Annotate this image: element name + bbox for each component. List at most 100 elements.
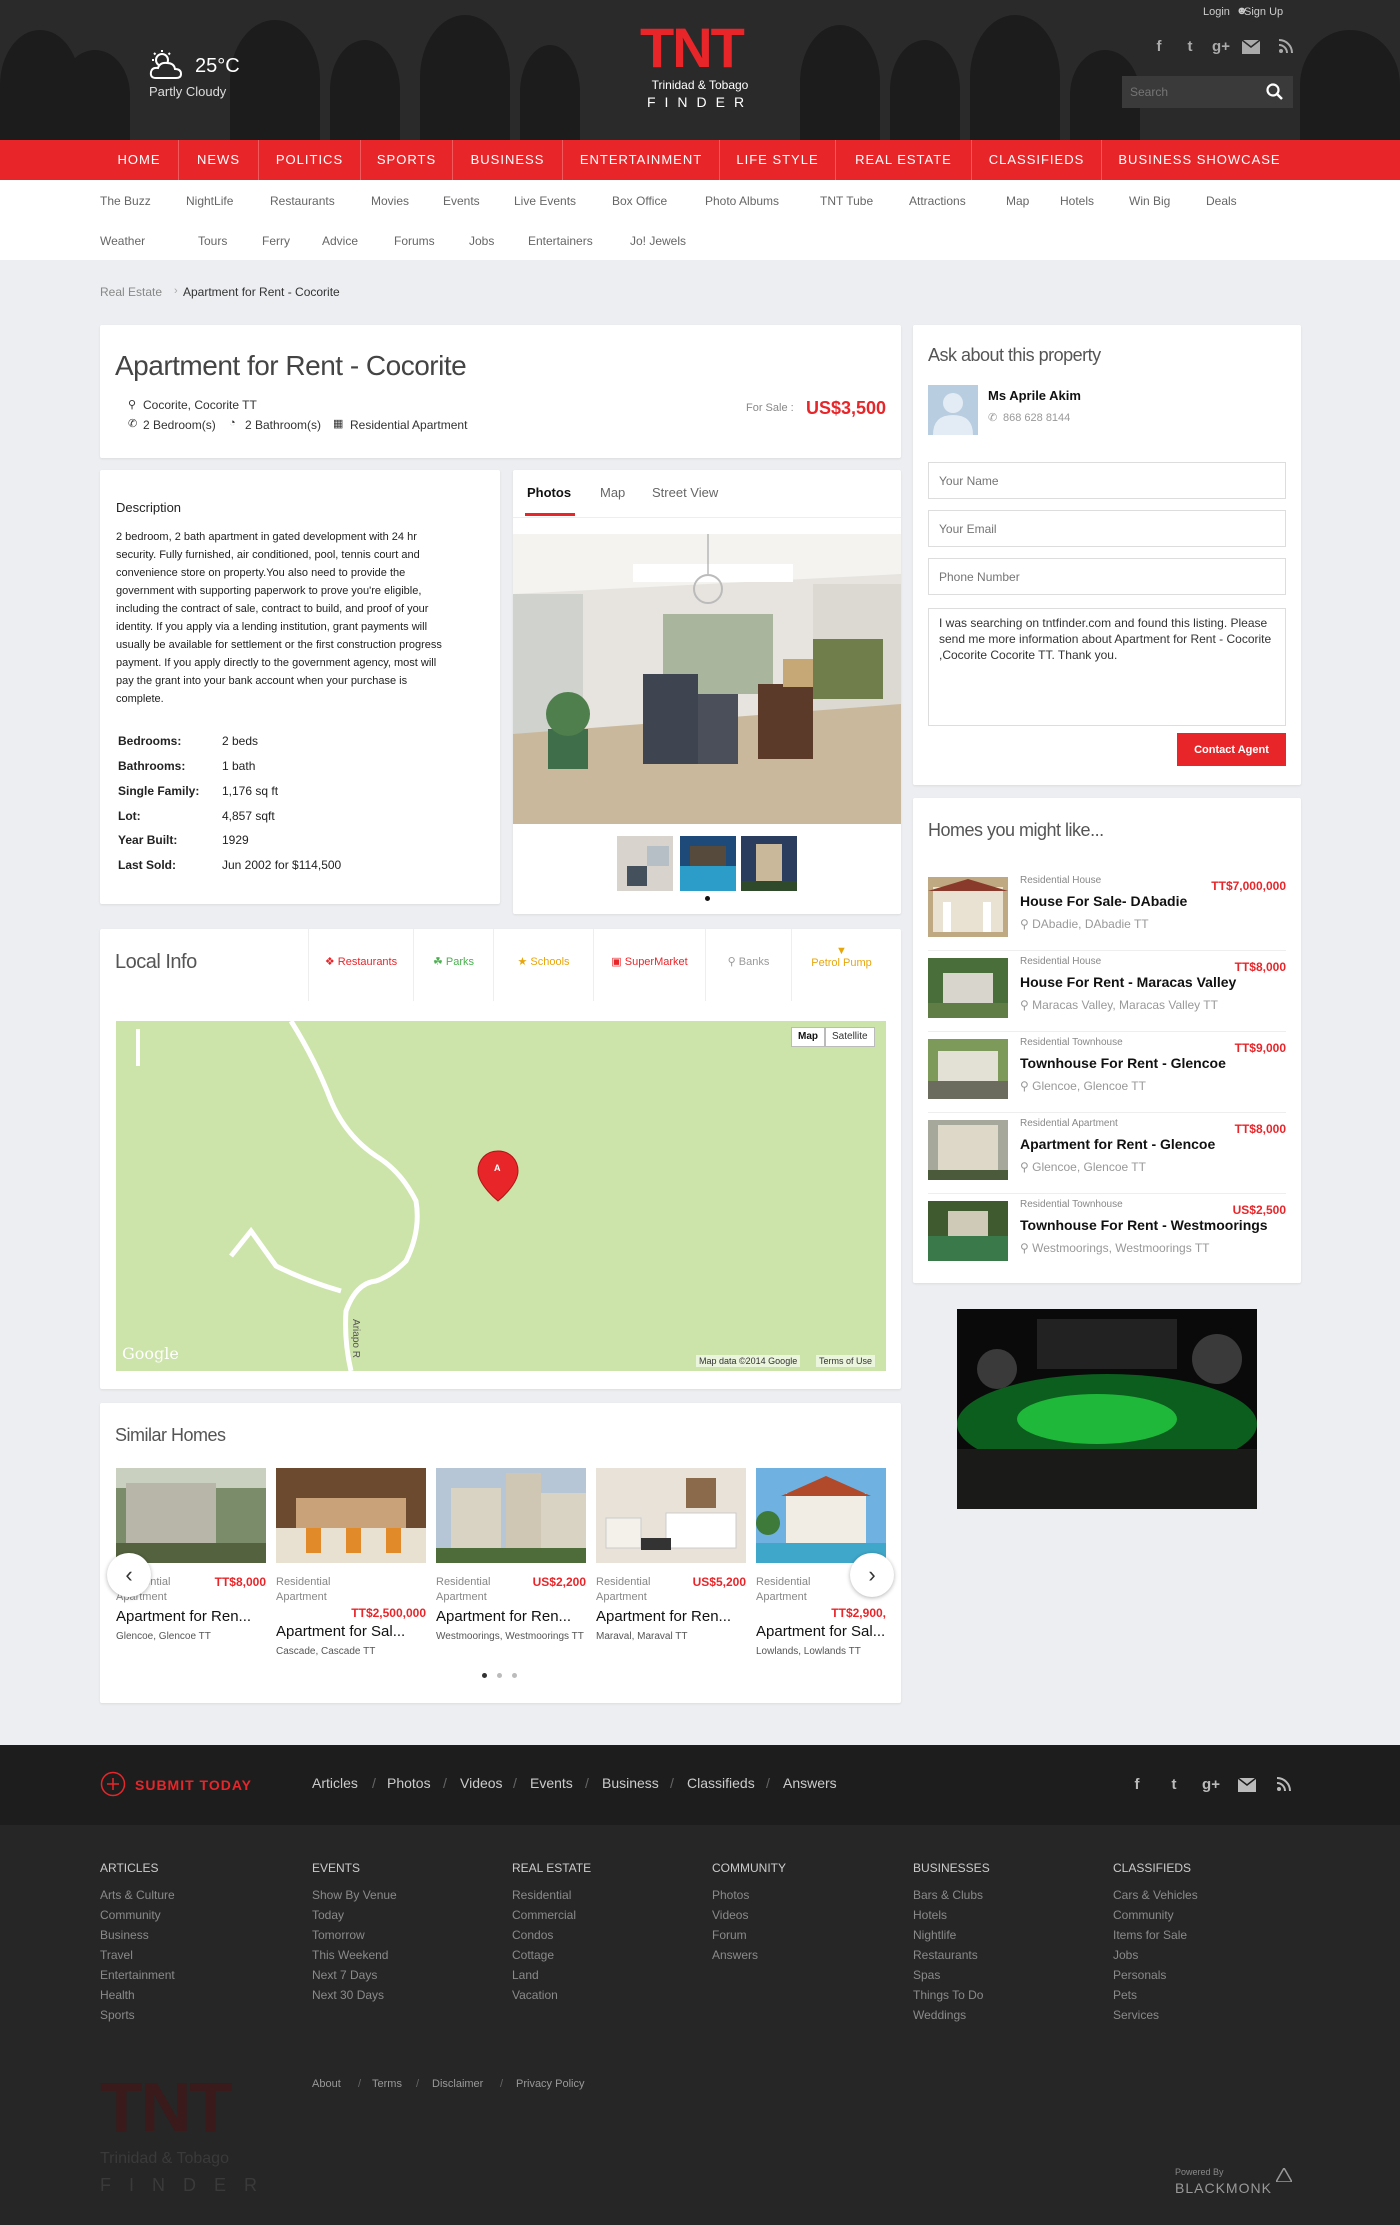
recommended-home[interactable]: Residential House TT$7,000,000 House For…	[928, 875, 1286, 951]
recommended-home[interactable]: Residential Townhouse TT$9,000 Townhouse…	[928, 1037, 1286, 1113]
signup-link[interactable]: Sign Up	[1244, 6, 1283, 18]
footer-top-link[interactable]: Articles	[312, 1775, 358, 1791]
contact-agent-button[interactable]: Contact Agent	[1177, 733, 1286, 766]
subnav-item[interactable]: Jobs	[469, 234, 494, 248]
footer-top-link[interactable]: Answers	[783, 1775, 837, 1791]
similar-home-item[interactable]: Residential Apartment US$2,200 Apartment…	[436, 1468, 586, 1678]
footer-link[interactable]: Jobs	[1113, 1948, 1138, 1962]
map-terms-link[interactable]: Terms of Use	[816, 1355, 876, 1367]
google-plus-icon[interactable]: g+	[1200, 1774, 1222, 1796]
nav-business-showcase[interactable]: BUSINESS SHOWCASE	[1102, 140, 1297, 180]
footer-link[interactable]: Services	[1113, 2008, 1159, 2022]
main-photo[interactable]	[513, 534, 901, 824]
tab-map[interactable]: Map	[600, 485, 625, 500]
subnav-item[interactable]: NightLife	[186, 194, 233, 208]
subnav-item[interactable]: Attractions	[909, 194, 966, 208]
facebook-icon[interactable]: f	[1148, 36, 1170, 58]
carousel-prev-button[interactable]: ‹	[107, 1553, 151, 1597]
nav-home[interactable]: HOME	[100, 140, 179, 180]
nav-lifestyle[interactable]: LIFE STYLE	[720, 140, 836, 180]
footer-link[interactable]: Condos	[512, 1928, 553, 1942]
recommended-home[interactable]: Residential House TT$8,000 House For Ren…	[928, 956, 1286, 1032]
google-plus-icon[interactable]: g+	[1210, 36, 1232, 58]
footer-link[interactable]: Items for Sale	[1113, 1928, 1187, 1942]
footer-link[interactable]: Answers	[712, 1948, 758, 1962]
footer-link[interactable]: Videos	[712, 1908, 748, 1922]
footer-top-link[interactable]: Business	[602, 1775, 659, 1791]
recommended-home[interactable]: Residential Townhouse US$2,500 Townhouse…	[928, 1199, 1286, 1275]
map-view-button[interactable]: Map	[791, 1027, 825, 1047]
rss-icon[interactable]	[1276, 1776, 1292, 1792]
footer-link[interactable]: Pets	[1113, 1988, 1137, 2002]
submit-today-link[interactable]: SUBMIT TODAY	[135, 1777, 252, 1793]
mail-icon[interactable]	[1238, 1778, 1256, 1792]
footer-link[interactable]: Things To Do	[913, 1988, 983, 2002]
subnav-item[interactable]: Deals	[1206, 194, 1237, 208]
footer-link[interactable]: Cars & Vehicles	[1113, 1888, 1198, 1902]
footer-link[interactable]: Vacation	[512, 1988, 558, 2002]
subnav-item[interactable]: Advice	[322, 234, 358, 248]
subnav-item[interactable]: Weather	[100, 234, 145, 248]
search-icon[interactable]	[1266, 83, 1284, 101]
subnav-item[interactable]: Live Events	[514, 194, 576, 208]
footer-link[interactable]: Business	[100, 1928, 149, 1942]
similar-home-item[interactable]: Residential Apartment TT$2,500,000 Apart…	[276, 1468, 426, 1678]
recommended-home[interactable]: Residential Apartment TT$8,000 Apartment…	[928, 1118, 1286, 1194]
carousel-next-button[interactable]: ›	[850, 1553, 894, 1597]
subnav-item[interactable]: Movies	[371, 194, 409, 208]
footer-top-link[interactable]: Videos	[460, 1775, 503, 1791]
tab-photos[interactable]: Photos	[527, 485, 571, 500]
footer-link[interactable]: Entertainment	[100, 1968, 175, 1982]
category-schools[interactable]: ★ Schools	[493, 929, 593, 1001]
footer-link[interactable]: Community	[1113, 1908, 1174, 1922]
subnav-item[interactable]: Entertainers	[528, 234, 593, 248]
category-petrol-pump[interactable]: ▼ Petrol Pump	[791, 929, 891, 1001]
carousel-dot[interactable]	[705, 896, 710, 901]
carousel-dot[interactable]	[482, 1673, 487, 1678]
name-field[interactable]	[928, 462, 1286, 499]
footer-link[interactable]: Photos	[712, 1888, 749, 1902]
footer-top-link[interactable]: Classifieds	[687, 1775, 755, 1791]
subnav-item[interactable]: Photo Albums	[705, 194, 779, 208]
legal-link[interactable]: About	[312, 2078, 341, 2090]
footer-link[interactable]: Cottage	[512, 1948, 554, 1962]
nav-entertainment[interactable]: ENTERTAINMENT	[563, 140, 720, 180]
subnav-item[interactable]: Box Office	[612, 194, 667, 208]
footer-link[interactable]: Personals	[1113, 1968, 1166, 1982]
nav-sports[interactable]: SPORTS	[361, 140, 453, 180]
breadcrumb-parent[interactable]: Real Estate	[100, 285, 162, 299]
category-restaurants[interactable]: ❖ Restaurants	[308, 929, 413, 1001]
footer-link[interactable]: Spas	[913, 1968, 940, 1982]
phone-field[interactable]	[928, 558, 1286, 595]
footer-link[interactable]: Community	[100, 1908, 161, 1922]
footer-link[interactable]: Show By Venue	[312, 1888, 397, 1902]
subnav-item[interactable]: Restaurants	[270, 194, 335, 208]
footer-link[interactable]: Health	[100, 1988, 135, 2002]
rss-icon[interactable]	[1278, 38, 1294, 54]
carousel-dot[interactable]	[497, 1673, 502, 1678]
nav-classifieds[interactable]: CLASSIFIEDS	[972, 140, 1102, 180]
footer-link[interactable]: Hotels	[913, 1908, 947, 1922]
subnav-item[interactable]: TNT Tube	[820, 194, 873, 208]
footer-link[interactable]: Next 7 Days	[312, 1968, 377, 1982]
footer-link[interactable]: Weddings	[913, 2008, 966, 2022]
message-field[interactable]: I was searching on tntfinder.com and fou…	[928, 608, 1286, 726]
footer-link[interactable]: Land	[512, 1968, 539, 1982]
footer-link[interactable]: Sports	[100, 2008, 135, 2022]
footer-link[interactable]: Nightlife	[913, 1928, 956, 1942]
photo-thumbnail[interactable]	[741, 836, 797, 891]
login-link[interactable]: Login	[1203, 6, 1230, 18]
legal-link[interactable]: Privacy Policy	[516, 2078, 584, 2090]
subnav-item[interactable]: Tours	[198, 234, 227, 248]
category-supermarket[interactable]: ▣ SuperMarket	[593, 929, 705, 1001]
facebook-icon[interactable]: f	[1126, 1774, 1148, 1796]
nav-business[interactable]: BUSINESS	[453, 140, 563, 180]
nav-real-estate[interactable]: REAL ESTATE	[836, 140, 972, 180]
nav-news[interactable]: NEWS	[179, 140, 259, 180]
subnav-item[interactable]: The Buzz	[100, 194, 151, 208]
footer-link[interactable]: Arts & Culture	[100, 1888, 175, 1902]
advertisement-banner[interactable]	[957, 1309, 1257, 1509]
legal-link[interactable]: Disclaimer	[432, 2078, 483, 2090]
footer-link[interactable]: Commercial	[512, 1908, 576, 1922]
similar-home-item[interactable]: Residential Apartment US$5,200 Apartment…	[596, 1468, 746, 1678]
